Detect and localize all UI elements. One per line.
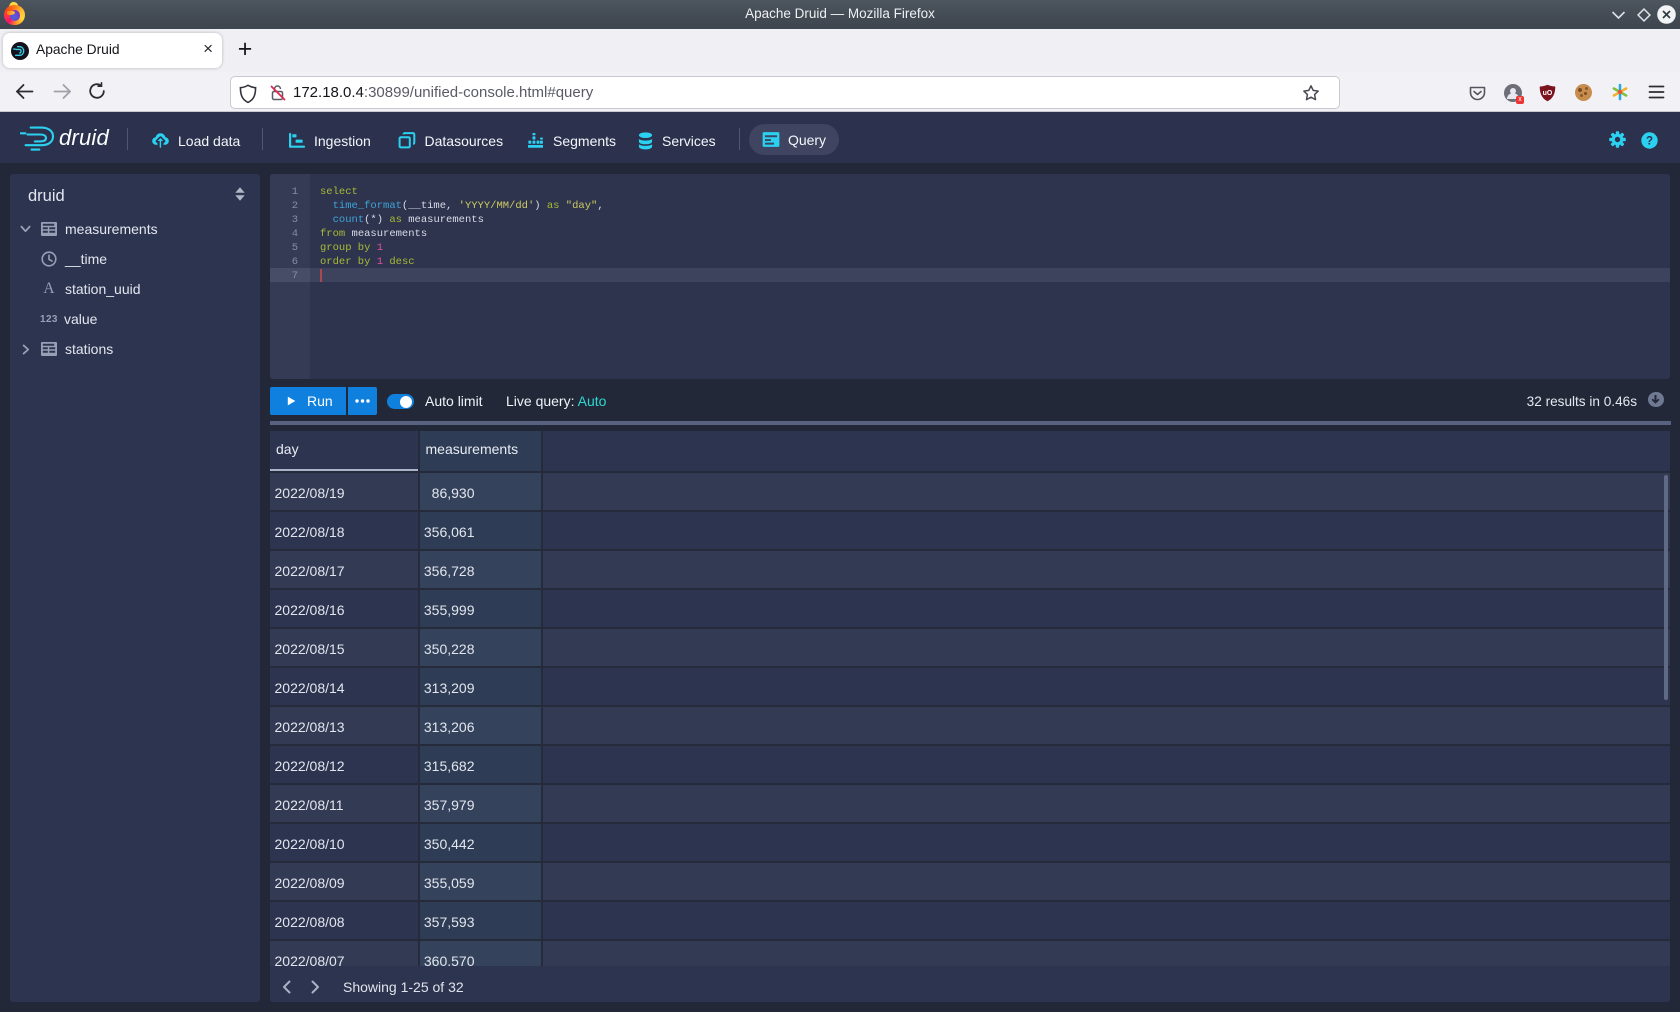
svg-text:?: ?: [1645, 135, 1652, 147]
svg-text:uO: uO: [1543, 90, 1553, 97]
